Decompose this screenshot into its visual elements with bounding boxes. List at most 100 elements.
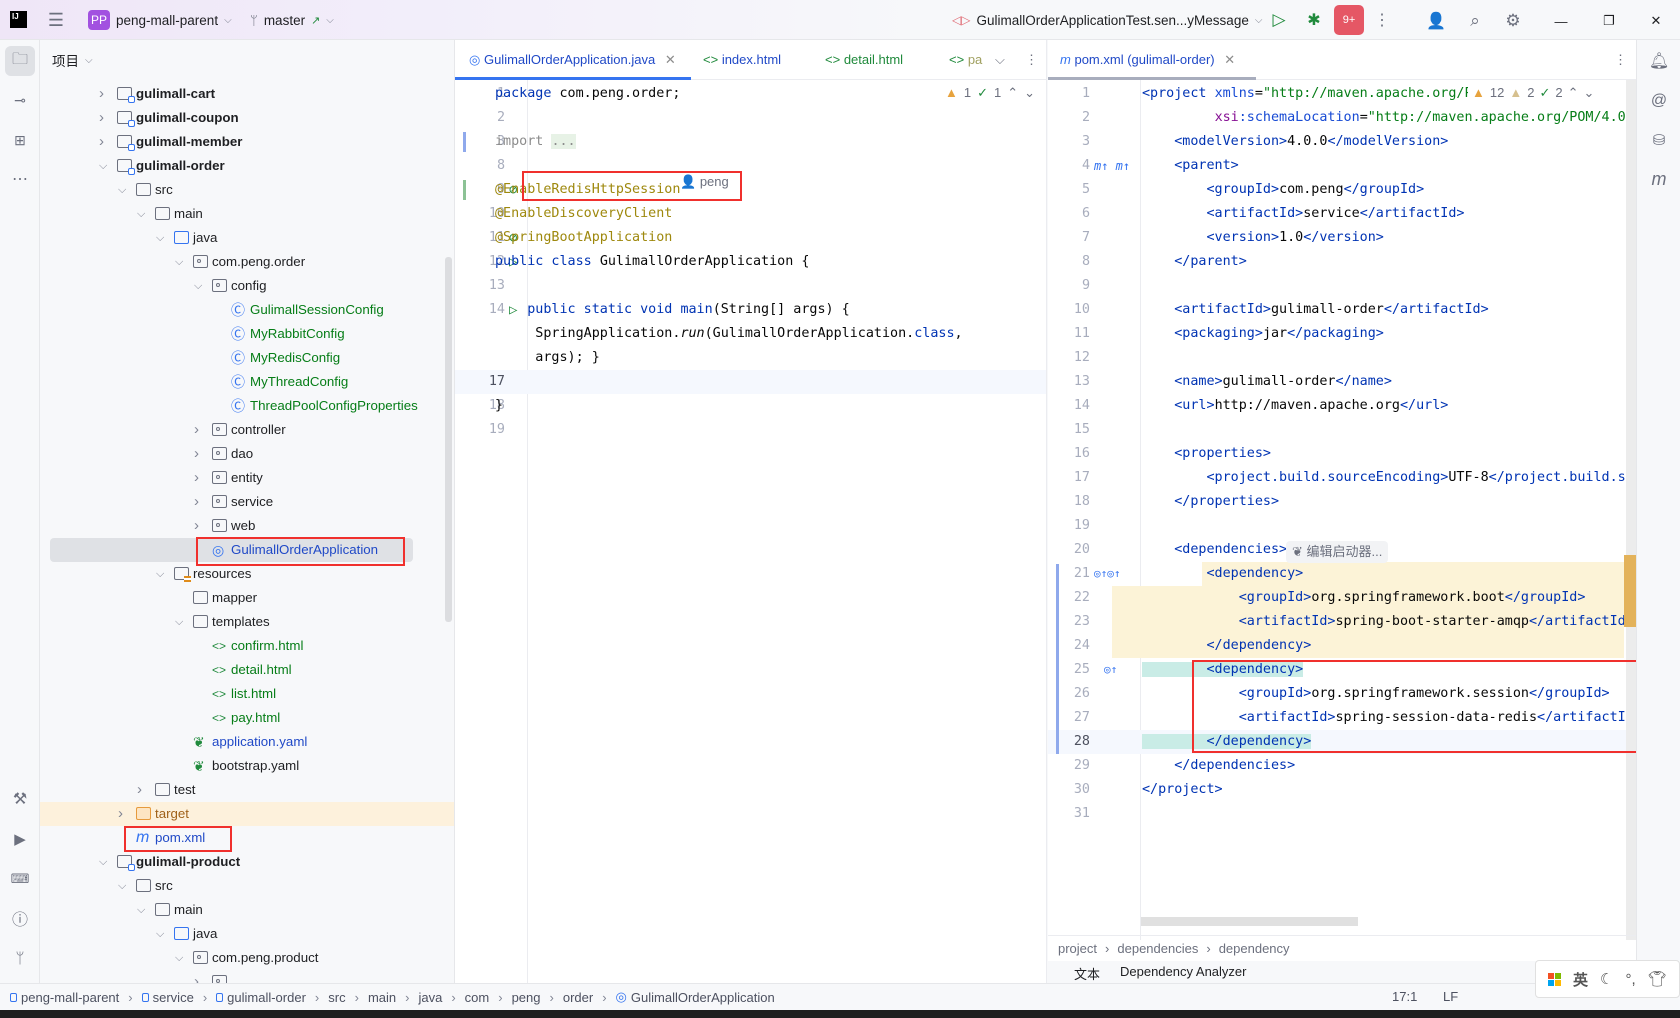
code-line[interactable]: 23 <artifactId>spring-boot-starter-amqp<… [1048, 610, 1636, 634]
more-tools-icon[interactable]: ⋯ [5, 164, 35, 194]
path-segment[interactable]: GulimallOrderApplication [631, 990, 775, 1005]
tree-item[interactable]: ⌵ java [40, 922, 445, 946]
code-line[interactable]: 30 </project> [1048, 778, 1636, 802]
code-line[interactable]: 10 @EnableDiscoveryClient [455, 202, 1046, 226]
tree-item[interactable]: m pom.xml [40, 826, 445, 850]
tree-item[interactable]: ⌵ com.peng.product [40, 946, 445, 970]
inspection-widget[interactable]: ▲ 12 ▲ 2 ✓ 2 ⌃ ⌄ [1468, 85, 1595, 101]
tree-item[interactable]: Ⓒ GulimallSessionConfig [40, 298, 445, 322]
code-line[interactable]: 25 ◎↑ <dependency> [1048, 658, 1636, 682]
prev-highlight-icon[interactable]: ⌃ [1568, 85, 1579, 101]
ime-language[interactable]: 英 [1573, 969, 1588, 990]
chevron-right-icon[interactable]: › [194, 490, 199, 514]
path-segment[interactable]: gulimall-order [227, 990, 306, 1005]
tab-dependency-analyzer[interactable]: Dependency Analyzer [1120, 964, 1246, 979]
tree-item[interactable]: <> pay.html [40, 706, 445, 730]
tree-item[interactable]: › gulimall-coupon [40, 106, 445, 130]
chevron-down-icon[interactable]: ⌵ [156, 922, 164, 946]
code-line[interactable]: SpringApplication.run(GulimallOrderAppli… [455, 322, 1046, 346]
tree-item[interactable]: › gulimall-member [40, 130, 445, 154]
chevron-down-icon[interactable]: ⌵ [118, 874, 126, 898]
tree-item[interactable]: › web [40, 514, 445, 538]
tree-item[interactable]: ⌵ main [40, 898, 445, 922]
path-segment[interactable]: service [153, 990, 194, 1005]
inlay-hint-edit-starters[interactable]: ❦ 编辑启动器... [1286, 541, 1389, 563]
path-segment[interactable]: com [465, 990, 490, 1005]
breadcrumb-item[interactable]: project [1058, 941, 1097, 956]
tree-item[interactable]: ⌵ src [40, 178, 445, 202]
code-line[interactable]: 3 <modelVersion>4.0.0</modelVersion> [1048, 130, 1636, 154]
tree-item[interactable]: › controller [40, 418, 445, 442]
path-segment[interactable]: order [563, 990, 593, 1005]
tree-item[interactable]: ❦ application.yaml [40, 730, 445, 754]
tree-item[interactable]: › target [40, 802, 454, 826]
more-vertical-icon[interactable]: ⋮ [1372, 10, 1392, 30]
dep-1-icon[interactable]: ◎↑ [1104, 658, 1117, 682]
chevron-right-icon[interactable]: › [99, 106, 104, 130]
code-line[interactable]: 4 m↑ m↑ <parent> [1048, 154, 1636, 178]
tree-item[interactable]: <> confirm.html [40, 634, 445, 658]
tree-item[interactable]: ⌵ config [40, 274, 445, 298]
chevron-down-icon[interactable]: ⌵ [137, 898, 145, 922]
code-area[interactable]: 1 <project xmlns="http://maven.apache.org… [1048, 82, 1636, 842]
code-line[interactable]: 2 [455, 106, 1046, 130]
chevron-down-icon[interactable]: ⌵ [137, 202, 145, 226]
code-line[interactable]: 16 <properties> [1048, 442, 1636, 466]
chevron-down-icon[interactable]: ⌵ [175, 946, 183, 970]
code-line[interactable]: 14 <url>http://maven.apache.org</url> [1048, 394, 1636, 418]
tab-detail-html[interactable]: <> detail.html [825, 40, 903, 80]
tab-pom-xml[interactable]: m pom.xml (gulimall-order) ✕ [1048, 40, 1256, 80]
tab-text[interactable]: 文本 [1070, 964, 1104, 983]
path-segment[interactable]: peng [512, 990, 541, 1005]
close-tab-icon[interactable]: ✕ [665, 52, 676, 67]
path-segment[interactable]: main [368, 990, 396, 1005]
breadcrumb-item[interactable]: dependencies [1117, 941, 1198, 956]
code-line[interactable]: 13 [455, 274, 1046, 298]
tree-item[interactable]: ◎ GulimallOrderApplication [50, 538, 413, 562]
tree-item[interactable]: › dao [40, 442, 445, 466]
project-tool-icon[interactable]: 🗀 [5, 46, 35, 76]
tab-more-icon[interactable]: ⋮ [1025, 40, 1038, 80]
path-segment[interactable]: src [328, 990, 345, 1005]
build-icon[interactable]: ⚒ [5, 784, 35, 814]
code-line[interactable]: 10 <artifactId>gulimall-order</artifactI… [1048, 298, 1636, 322]
code-line[interactable]: 21 ◎↑◎↑ <dependency> [1048, 562, 1636, 586]
tree-item[interactable]: ⌵ gulimall-product [40, 850, 445, 874]
code-line[interactable]: 8 </parent> [1048, 250, 1636, 274]
code-line[interactable]: 8 [455, 154, 1046, 178]
tree-item[interactable]: Ⓒ ThreadPoolConfigProperties [40, 394, 445, 418]
moon-icon[interactable]: ☾ [1600, 970, 1613, 988]
main-menu-icon[interactable]: ☰ [46, 10, 66, 30]
tree-item[interactable]: › gulimall-cart [40, 82, 445, 106]
chevron-down-icon[interactable]: ⌵ [99, 850, 107, 874]
maven-up-2-icon[interactable]: m↑ m↑ [1094, 154, 1130, 178]
vertical-scrollbar[interactable] [1626, 80, 1636, 940]
tab-index-html[interactable]: <> index.html [703, 40, 781, 80]
line-ending[interactable]: LF [1443, 989, 1458, 1004]
horizontal-scrollbar[interactable] [1141, 917, 1358, 926]
code-line[interactable]: 24 </dependency> [1048, 634, 1636, 658]
code-line[interactable]: 7 <version>1.0</version> [1048, 226, 1636, 250]
chevron-down-icon[interactable]: ⌵ [175, 610, 183, 634]
run-icon[interactable]: ▷ [1268, 9, 1290, 31]
tree-item[interactable]: ❦ bootstrap.yaml [40, 754, 445, 778]
code-line[interactable]: 19 [455, 418, 1046, 442]
problems-icon[interactable]: ⓘ [5, 903, 35, 933]
services-icon[interactable]: ▶ [5, 824, 35, 854]
breadcrumb-item[interactable]: dependency [1219, 941, 1290, 956]
chevron-down-icon[interactable]: ⌵ [156, 562, 164, 586]
code-line[interactable]: 28 </dependency> [1048, 730, 1636, 754]
next-highlight-icon[interactable]: ⌄ [1584, 85, 1595, 101]
chevron-right-icon[interactable]: › [194, 418, 199, 442]
path-segment[interactable]: java [418, 990, 442, 1005]
debug-icon[interactable]: ✱ [1303, 9, 1325, 31]
chevron-right-icon[interactable]: › [194, 970, 199, 983]
code-line[interactable]: 27 <artifactId>spring-session-data-redis… [1048, 706, 1636, 730]
code-line[interactable]: 13 <name>gulimall-order</name> [1048, 370, 1636, 394]
punctuation-icon[interactable]: °, [1625, 971, 1635, 988]
chevron-right-icon[interactable]: › [99, 82, 104, 106]
code-line[interactable]: 22 <groupId>org.springframework.boot</gr… [1048, 586, 1636, 610]
caret-position[interactable]: 17:1 [1392, 989, 1417, 1004]
code-area[interactable]: 1 package com.peng.order; 2 3 import ... 8 9 ⊘ @… [455, 82, 1046, 482]
code-line[interactable]: 26 <groupId>org.springframework.session<… [1048, 682, 1636, 706]
